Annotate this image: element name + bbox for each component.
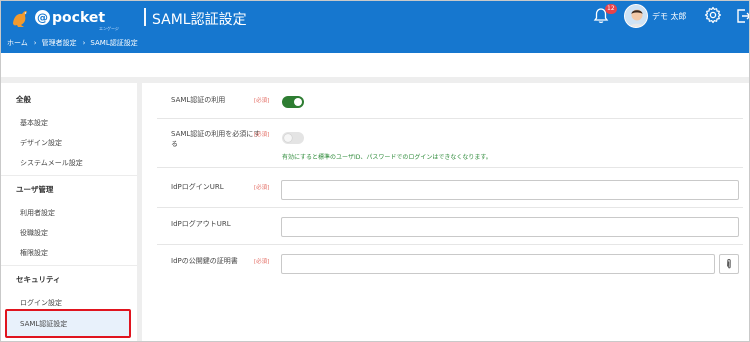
breadcrumb-separator: › — [82, 39, 86, 47]
idp-certificate-label: IdPの公開鍵の証明書 — [171, 257, 238, 265]
toggle-knob — [284, 134, 292, 142]
avatar-image — [625, 5, 647, 27]
avatar[interactable] — [624, 4, 648, 28]
logout-icon[interactable] — [736, 7, 750, 25]
required-marker: [必須] — [254, 259, 270, 265]
require-saml-hint: 有効にすると標準のユーザID、パスワードでのログインはできなくなります。 — [282, 154, 492, 161]
row-divider — [157, 207, 743, 208]
sidebar-item-basic-settings[interactable]: 基本設定 — [20, 118, 48, 128]
use-saml-toggle[interactable] — [282, 96, 304, 108]
idp-logout-url-input[interactable] — [281, 217, 739, 237]
breadcrumb-admin-settings[interactable]: 管理者設定 — [42, 39, 77, 47]
sidebar-heading-user-management: ユーザ管理 — [16, 185, 54, 194]
sidebar-divider — [1, 175, 137, 176]
highlight-annotation-box — [5, 309, 131, 338]
header-divider — [144, 8, 146, 26]
required-marker: [必須] — [254, 185, 270, 191]
notification-badge: 12 — [605, 4, 617, 14]
settings-sidebar: 全般 基本設定 デザイン設定 システムメール設定 ユーザ管理 利用者設定 役職設… — [1, 83, 142, 341]
require-saml-toggle[interactable] — [282, 132, 304, 144]
idp-login-url-label: IdPログインURL — [171, 183, 224, 191]
idp-certificate-input[interactable] — [281, 254, 715, 274]
app-logo[interactable]: @ pocket — [9, 7, 105, 29]
sidebar-heading-security: セキュリティ — [16, 275, 61, 284]
sidebar-item-design-settings[interactable]: デザイン設定 — [20, 138, 62, 148]
breadcrumb-separator: › — [33, 39, 37, 47]
logo-wordmark: @ pocket — [35, 10, 106, 26]
sidebar-item-position-settings[interactable]: 役職設定 — [20, 228, 48, 238]
required-marker: [必須] — [254, 132, 270, 138]
saml-settings-form: SAML認証の利用 [必須] SAML認証の利用を必須にする [必須] 有効にす… — [147, 83, 749, 341]
row-divider — [157, 167, 743, 168]
app-frame: @ pocket エンゲージ SAML認証設定 12 デモ 太郎 ホーム › 管… — [0, 0, 750, 342]
breadcrumb: ホーム › 管理者設定 › SAML認証設定 — [7, 38, 142, 48]
require-saml-label: SAML認証の利用を必須にする — [171, 129, 260, 149]
breadcrumb-home[interactable]: ホーム — [7, 39, 28, 47]
kangaroo-logo-icon — [13, 10, 27, 27]
idp-login-url-input[interactable] — [281, 180, 739, 200]
require-saml-label-line1: SAML認証の利用を必須にす — [171, 130, 261, 138]
row-divider — [157, 244, 743, 245]
required-marker: [必須] — [254, 98, 270, 104]
breadcrumb-current: SAML認証設定 — [90, 39, 138, 47]
app-header: @ pocket エンゲージ SAML認証設定 12 デモ 太郎 ホーム › 管… — [1, 1, 750, 53]
sidebar-item-permission-settings[interactable]: 権限設定 — [20, 248, 48, 258]
idp-logout-url-label: IdPログアウトURL — [171, 220, 231, 228]
sidebar-item-user-settings[interactable]: 利用者設定 — [20, 208, 55, 218]
paperclip-icon — [727, 259, 731, 269]
sidebar-item-login-settings[interactable]: ログイン設定 — [20, 298, 62, 308]
toggle-knob — [294, 98, 302, 106]
attach-certificate-button[interactable] — [719, 254, 739, 274]
require-saml-label-line2: る — [171, 140, 178, 148]
use-saml-label: SAML認証の利用 — [171, 96, 226, 104]
user-name[interactable]: デモ 太郎 — [652, 11, 687, 22]
row-divider — [157, 118, 743, 119]
sidebar-item-system-mail-settings[interactable]: システムメール設定 — [20, 158, 83, 168]
logo-subtext: エンゲージ — [99, 26, 119, 31]
sidebar-divider — [1, 265, 137, 266]
sidebar-heading-general: 全般 — [16, 95, 31, 104]
gear-icon[interactable] — [704, 6, 722, 24]
page-title: SAML認証設定 — [152, 12, 247, 28]
